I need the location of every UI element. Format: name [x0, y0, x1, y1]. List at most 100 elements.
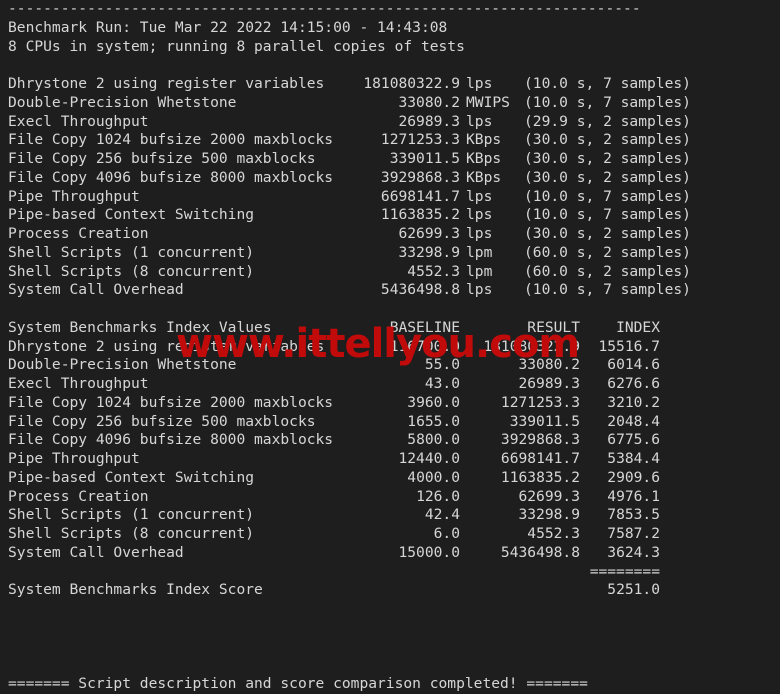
run-result-samples: (60.0 s, 2 samples): [524, 262, 691, 280]
index-row-result: 3929868.3: [500, 431, 580, 449]
index-row-baseline: 6.0: [433, 525, 460, 542]
run-result-name: Pipe Throughput: [8, 187, 140, 205]
index-row-result: 1163835.2: [500, 468, 580, 486]
index-row-index: 6276.6: [607, 375, 660, 392]
index-row-baseline: 5800.0: [407, 431, 460, 449]
run-result-samples: (10.0 s, 7 samples): [524, 187, 691, 205]
index-row-name: System Call Overhead: [8, 543, 184, 561]
table-row: File Copy 1024 bufsize 2000 maxblocks 39…: [0, 394, 780, 413]
table-row: File Copy 256 bufsize 500 maxblocks 1655…: [0, 413, 780, 432]
run-result-value: 1271253.3: [380, 131, 460, 149]
index-row-result: 4552.3: [527, 525, 580, 542]
run-result-row: Dhrystone 2 using register variables 181…: [0, 75, 780, 94]
run-result-unit: KBps: [466, 168, 502, 186]
index-row-index: 4976.1: [607, 487, 660, 505]
run-result-samples: (30.0 s, 2 samples): [524, 225, 691, 242]
index-row-index: 3210.2: [607, 393, 660, 411]
run-result-unit: lps: [466, 75, 493, 92]
run-result-name: Shell Scripts (1 concurrent): [8, 243, 255, 261]
run-result-samples: (10.0 s, 7 samples): [524, 75, 691, 92]
terminal-output: ----------------------------------------…: [0, 0, 780, 692]
index-row-baseline: 43.0: [424, 375, 460, 392]
run-result-row: Double-Precision Whetstone 33080.2 MWIPS…: [0, 94, 780, 113]
run-result-value: 5436498.8: [380, 281, 460, 299]
run-result-row: Process Creation 62699.3 lps (30.0 s, 2 …: [0, 225, 780, 244]
table-row: Shell Scripts (1 concurrent) 42.4 33298.…: [0, 506, 780, 525]
index-row-index: 3624.3: [607, 543, 660, 561]
run-result-unit: lpm: [466, 262, 493, 280]
index-row-index: 2048.4: [607, 412, 660, 430]
index-row-result: 33298.9: [518, 506, 580, 524]
index-score-value: 5251.0: [607, 581, 660, 599]
index-table-header: System Benchmarks Index Values BASELINE …: [0, 319, 780, 338]
run-result-samples: (60.0 s, 2 samples): [524, 243, 691, 261]
table-row: Shell Scripts (8 concurrent) 6.0 4552.3 …: [0, 525, 780, 544]
run-result-name: Process Creation: [8, 225, 149, 242]
run-result-name: Execl Throughput: [8, 112, 149, 130]
run-result-row: System Call Overhead 5436498.8 lps (10.0…: [0, 281, 780, 300]
run-result-samples: (30.0 s, 2 samples): [524, 168, 691, 186]
index-values-title: System Benchmarks Index Values: [8, 318, 272, 336]
run-result-samples: (10.0 s, 7 samples): [524, 93, 691, 111]
index-row-index: 6775.6: [607, 431, 660, 449]
run-result-row: File Copy 256 bufsize 500 maxblocks 3390…: [0, 150, 780, 169]
index-row-baseline: 55.0: [424, 356, 460, 374]
index-row-result: 33080.2: [518, 356, 580, 374]
run-result-name: File Copy 256 bufsize 500 maxblocks: [8, 150, 316, 167]
run-result-unit: lps: [466, 206, 493, 224]
run-result-value: 339011.5: [389, 150, 460, 167]
index-row-name: Double-Precision Whetstone: [8, 356, 237, 374]
index-row-result: 26989.3: [518, 375, 580, 392]
table-row: Pipe-based Context Switching 4000.0 1163…: [0, 469, 780, 488]
run-result-row: Execl Throughput 26989.3 lps (29.9 s, 2 …: [0, 113, 780, 132]
run-result-samples: (10.0 s, 7 samples): [524, 206, 691, 224]
index-row-name: Process Creation: [8, 487, 149, 505]
index-row-baseline: 1655.0: [407, 412, 460, 430]
run-result-unit: KBps: [466, 150, 502, 167]
column-header-baseline: BASELINE: [389, 318, 460, 336]
benchmark-run-line: Benchmark Run: Tue Mar 22 2022 14:15:00 …: [8, 18, 448, 36]
run-result-unit: KBps: [466, 131, 502, 149]
run-result-samples: (10.0 s, 7 samples): [524, 281, 691, 299]
table-row: File Copy 4096 bufsize 8000 maxblocks 58…: [0, 431, 780, 450]
run-result-name: File Copy 1024 bufsize 2000 maxblocks: [8, 131, 334, 149]
table-row: Double-Precision Whetstone 55.0 33080.2 …: [0, 356, 780, 375]
index-row-baseline: 12440.0: [398, 450, 460, 467]
index-row-baseline: 126.0: [416, 487, 460, 505]
run-result-value: 26989.3: [398, 112, 460, 130]
score-separator: ========: [589, 562, 660, 580]
index-row-name: Pipe Throughput: [8, 450, 140, 467]
run-result-name: Pipe-based Context Switching: [8, 206, 255, 224]
index-row-index: 5384.4: [607, 450, 660, 467]
run-result-value: 4552.3: [407, 262, 460, 280]
table-row: System Call Overhead 15000.0 5436498.8 3…: [0, 544, 780, 563]
run-result-row: Shell Scripts (8 concurrent) 4552.3 lpm …: [0, 263, 780, 282]
column-header-result: RESULT: [527, 318, 580, 336]
run-result-row: Shell Scripts (1 concurrent) 33298.9 lpm…: [0, 244, 780, 263]
run-result-unit: lps: [466, 187, 493, 205]
table-row: Pipe Throughput 12440.0 6698141.7 5384.4: [0, 450, 780, 469]
run-result-name: System Call Overhead: [8, 281, 184, 299]
index-row-result: 6698141.7: [500, 450, 580, 467]
index-score-label: System Benchmarks Index Score: [8, 581, 263, 599]
index-row-index: 7587.2: [607, 525, 660, 542]
run-results-block: Dhrystone 2 using register variables 181…: [0, 75, 780, 300]
completion-footer: ======= Script description and score com…: [8, 675, 588, 692]
run-result-row: Pipe Throughput 6698141.7 lps (10.0 s, 7…: [0, 188, 780, 207]
index-row-name: Dhrystone 2 using register variables: [8, 337, 325, 355]
run-result-value: 33080.2: [398, 93, 460, 111]
index-row-name: Execl Throughput: [8, 375, 149, 392]
run-result-value: 33298.9: [398, 243, 460, 261]
run-result-samples: (30.0 s, 2 samples): [524, 131, 691, 149]
index-row-name: File Copy 256 bufsize 500 maxblocks: [8, 412, 316, 430]
index-row-index: 15516.7: [598, 337, 660, 355]
run-result-name: Dhrystone 2 using register variables: [8, 75, 325, 92]
score-separator-row: ========: [0, 563, 780, 582]
index-row-index: 2909.6: [607, 468, 660, 486]
run-result-unit: lps: [466, 225, 493, 242]
